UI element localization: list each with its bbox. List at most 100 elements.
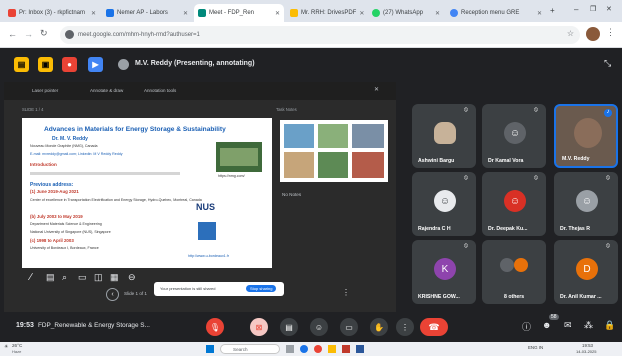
org-1: Center of excellence in Transportation E… [30,198,202,202]
language-indicator[interactable]: ENG IN [528,345,543,350]
participant-photo [574,118,602,148]
participant-count-badge: 58 [549,314,559,320]
slide-thumbnail[interactable] [280,120,388,182]
laser-pointer-tool[interactable]: Laser pointer [32,88,58,93]
chrome-icon[interactable] [314,345,322,353]
org-3: National University of Singapore (NUS), … [30,230,111,234]
close-icon[interactable]: ✕ [183,10,188,17]
others-tile[interactable]: 8 others [482,240,546,304]
participant-tile[interactable]: ⦸ K KRISHNE GOW... [412,240,476,304]
participant-letter-avatar: K [434,258,456,280]
close-icon[interactable]: ✕ [359,10,364,17]
reload-icon[interactable]: ↻ [40,28,48,39]
info-icon[interactable]: ⓘ [522,320,531,333]
participant-tile[interactable]: ⦸ ☺ Dr. Deepak Ku... [482,172,546,236]
present-button[interactable]: ▭ [340,318,358,336]
weather-icon[interactable]: ☀ [4,344,8,350]
prev-slide-button[interactable]: ‹ [106,288,119,301]
muted-mic-icon: ⦸ [464,243,468,249]
site-info-icon[interactable] [65,30,74,39]
close-icon[interactable]: ✕ [275,10,280,17]
present-icon[interactable]: ▶ [88,57,103,72]
participant-tile[interactable]: ⦸ Ashwini Bargu [412,104,476,168]
star-icon[interactable]: ☆ [567,29,574,38]
menu-icon[interactable]: ⋮ [606,27,615,38]
annotate-tool[interactable]: Annotate & draw [90,88,123,93]
word-icon[interactable] [356,345,364,353]
leave-call-button[interactable]: ☎ [420,318,448,336]
browser-tab[interactable]: Pr: Inbox (3) - rkpfictnam ✕ [4,4,100,22]
host-controls-icon[interactable]: 🔒 [604,320,615,331]
stop-sharing-button[interactable]: Stop sharing [246,285,277,292]
maximize-button[interactable]: ❐ [590,5,596,13]
task-view-icon[interactable] [286,345,294,353]
org-2: Department Materials Science & Engineeri… [30,222,102,226]
close-icon[interactable]: ✕ [91,10,96,17]
participant-avatar: ☺ [576,190,598,212]
participant-tile[interactable]: ⦸ ☺ Rajendra C H [412,172,476,236]
browser-tab-active[interactable]: Meet - FDP_Ren ✕ [194,4,284,22]
browser-tab[interactable]: Reception menu GRE ✕ [446,4,546,22]
close-window-button[interactable]: ✕ [606,5,612,13]
address-bar[interactable]: meet.google.com/mhm-hnyh-rmd?authuser=1 … [60,26,580,44]
mic-off-button[interactable]: 🎙 [206,318,224,336]
taskbar-clock[interactable]: 19:53 [582,343,593,348]
forward-icon[interactable]: → [24,29,33,39]
more-options-button[interactable]: ⋮ [396,318,414,336]
nus-logo: NUS [196,202,216,212]
site-icon [106,9,114,17]
new-tab-button[interactable]: + [550,6,555,15]
slide-url: https://nmg.com/ [218,174,245,178]
weather-temp: 26°C [12,343,23,348]
close-icon[interactable]: ✕ [374,86,379,93]
record-icon[interactable]: ● [62,57,77,72]
more-icon[interactable]: ⋮ [342,288,350,297]
close-icon[interactable]: ✕ [537,10,542,17]
grid-icon[interactable]: ▦ [110,272,119,283]
sticky-note-icon[interactable]: ▤ [14,57,29,72]
back-icon[interactable]: ← [8,29,17,39]
camera-off-button[interactable]: ⊠ [250,318,268,336]
still-sharing-banner: Your presentation is still shared Stop s… [154,282,284,296]
windows-start-icon[interactable] [206,345,214,353]
edge-icon[interactable] [300,345,308,353]
shared-screen: Laser pointer Annotate & draw Annotation… [4,82,396,312]
raise-hand-button[interactable]: ✋ [370,318,388,336]
browser-tab[interactable]: Mr. RRH: DrivesPDF ✕ [286,4,366,22]
browser-tab-strip: Pr: Inbox (3) - rkpfictnam ✕ Nemer AP - … [0,0,622,22]
powerpoint-icon[interactable] [342,345,350,353]
participant-tile[interactable]: ⦸ D Dr. Anil Kumar ... [554,240,618,304]
highlighter-icon[interactable]: ▤ [46,272,55,283]
taskbar-date[interactable]: 14-03-2025 [576,349,596,354]
participant-tile[interactable]: ⦸ ☺ Dr. Thejas R [554,172,618,236]
participant-tile-active-speaker[interactable]: ♪ M.V. Reddy [554,104,618,168]
browser-tab[interactable]: (27) WhatsApp ✕ [368,4,444,22]
zoom-icon[interactable]: ⌕ [62,272,67,283]
participant-name: Dr. Deepak Ku... [488,226,528,232]
slide-email: E-mail: mvreddy@gmail.com; Linkedin: M V… [30,152,123,156]
annotation-tools[interactable]: Annotation tools [144,88,176,93]
muted-mic-icon: ⦸ [464,175,468,181]
meet-control-bar: 19:53 FDP_Renewable & Energy Storage S..… [0,312,622,342]
people-icon[interactable]: ☻ [542,320,551,330]
chat-icon[interactable]: ✉ [564,320,572,331]
browser-tab[interactable]: Nemer AP - Labors ✕ [102,4,192,22]
collapse-icon[interactable]: ⤡ [604,58,611,69]
explorer-icon[interactable] [328,345,336,353]
taskbar-search[interactable]: Search [220,344,280,354]
minimize-button[interactable]: – [574,5,578,14]
participant-letter-avatar: D [576,258,598,280]
participant-tile[interactable]: ⦸ ☺ Dr Kamal Vora [482,104,546,168]
meeting-name: FDP_Renewable & Energy Storage S... [38,322,150,329]
eraser-icon[interactable]: ◫ [94,272,103,283]
profile-avatar[interactable] [586,27,600,41]
activities-icon[interactable]: ⁂ [584,320,593,331]
participant-name: KRISHNE GOW... [418,294,460,300]
pen-icon[interactable]: ∕ [30,272,32,283]
screen-icon[interactable]: ▭ [78,272,87,283]
slides-icon[interactable]: ▣ [38,57,53,72]
close-icon[interactable]: ✕ [435,10,440,17]
emoji-button[interactable]: ☺ [310,318,328,336]
minus-circle-icon[interactable]: ⊖ [128,272,136,283]
captions-button[interactable]: ▤ [280,318,298,336]
